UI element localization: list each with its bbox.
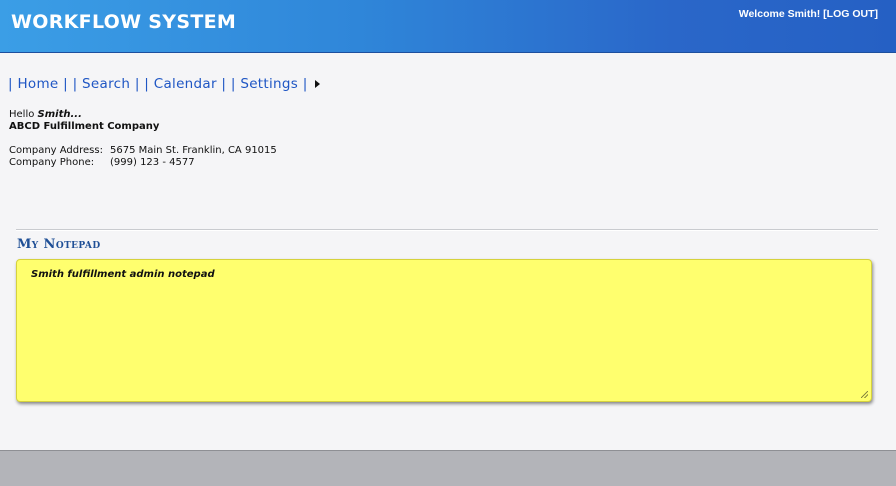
address-label: Company Address:	[9, 145, 103, 156]
nav-separator: |	[134, 76, 140, 92]
nav-item-home[interactable]: Home	[17, 76, 58, 92]
welcome-area: Welcome Smith! [LOG OUT]	[739, 8, 878, 20]
welcome-text: Welcome Smith!	[738, 8, 821, 20]
address-value: 5675 Main St. Franklin, CA 91015	[110, 145, 277, 156]
section-divider	[16, 229, 878, 231]
company-info: Hello Smith... ABCD Fulfillment Company …	[9, 109, 277, 169]
notepad-textarea[interactable]: Smith fulfillment admin notepad	[16, 259, 872, 402]
nav-separator: |	[63, 76, 68, 92]
logout-link[interactable]: [LOG OUT]	[823, 8, 878, 20]
nav-separator: |	[230, 76, 236, 92]
greeting-text: Hello	[9, 109, 35, 120]
resize-grip-icon[interactable]	[861, 391, 868, 398]
nav-item-calendar[interactable]: Calendar	[154, 76, 217, 92]
header-bar: WORKFLOW SYSTEM Welcome Smith! [LOG OUT]	[0, 0, 896, 53]
footer-bar	[0, 450, 896, 486]
nav-separator: |	[302, 76, 308, 92]
nav-item-settings[interactable]: Settings	[240, 76, 298, 92]
address-row: Company Address: 5675 Main St. Franklin,…	[9, 145, 277, 157]
main-nav: | Home | | Search | | Calendar | | Setti…	[8, 76, 321, 92]
nav-separator: |	[72, 76, 78, 92]
nav-item-search[interactable]: Search	[82, 76, 130, 92]
company-name: ABCD Fulfillment Company	[9, 121, 160, 132]
phone-label: Company Phone:	[9, 157, 95, 168]
app-title: WORKFLOW SYSTEM	[11, 11, 237, 33]
username: Smith...	[37, 109, 82, 120]
greeting-line: Hello Smith...	[9, 109, 277, 121]
caret-right-icon	[315, 80, 321, 88]
phone-value: (999) 123 - 4577	[110, 157, 195, 168]
notepad-title: My Notepad	[17, 237, 101, 252]
nav-separator: |	[8, 76, 13, 92]
phone-row: Company Phone: (999) 123 - 4577	[9, 157, 277, 169]
nav-separator: |	[221, 76, 227, 92]
nav-separator: |	[144, 76, 150, 92]
